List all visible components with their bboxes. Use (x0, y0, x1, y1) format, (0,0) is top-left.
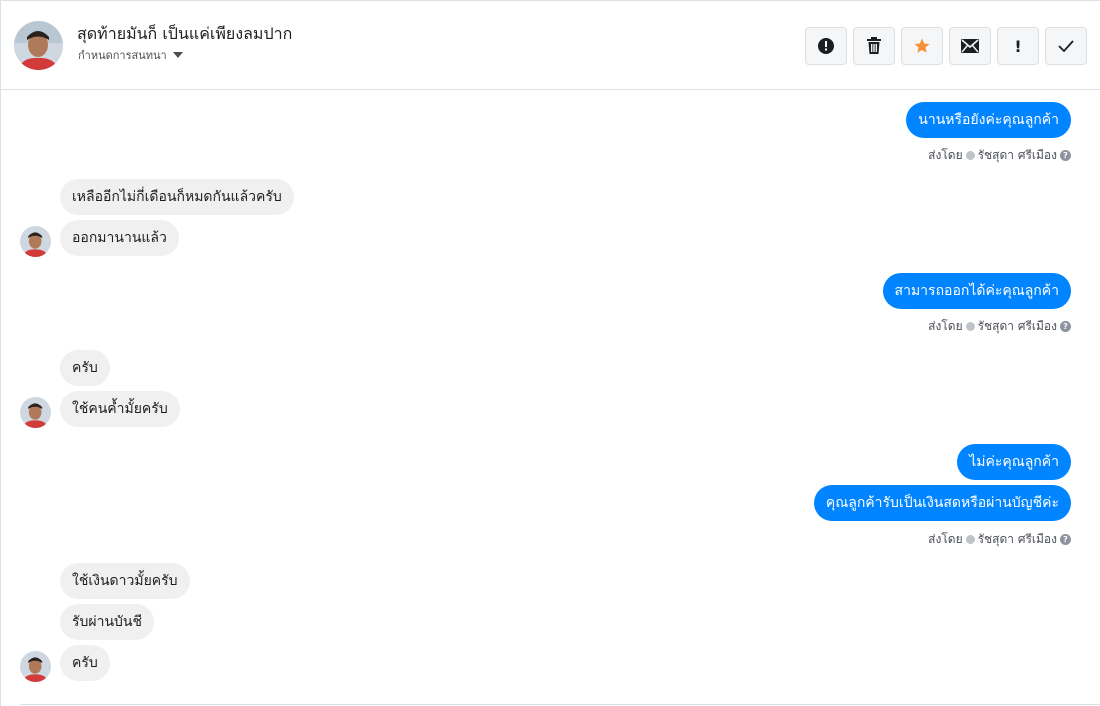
sent-by-meta: ส่งโดย รัชสุดา ศรีเมือง ? (928, 317, 1071, 336)
sent-by-prefix: ส่งโดย (928, 532, 963, 546)
message-bubble-incoming[interactable]: ใช้เงินดาวมั้ยครับ (60, 563, 190, 599)
message-bubble-incoming[interactable]: ครับ (60, 350, 110, 386)
exclamation-icon: ! (1014, 36, 1022, 56)
sent-by-agent: รัชสุดา ศรีเมือง (977, 532, 1057, 546)
sent-by-meta: ส่งโดย รัชสุดา ศรีเมือง ? (928, 530, 1071, 549)
trash-icon (867, 37, 881, 54)
alert-circle-icon (818, 38, 834, 54)
message-row-incoming: ออกมานานแล้ว (60, 220, 179, 256)
message-bubble-incoming[interactable]: ออกมานานแล้ว (60, 220, 179, 256)
check-icon (1058, 40, 1074, 52)
star-button[interactable] (901, 27, 943, 65)
message-bubble-outgoing[interactable]: นานหรือยังค่ะคุณลูกค้า (906, 102, 1071, 138)
sent-by-meta: ส่งโดย รัชสุดา ศรีเมือง ? (928, 146, 1071, 165)
message-row-incoming: ครับ (60, 350, 110, 386)
message-bubble-outgoing[interactable]: คุณลูกค้ารับเป็นเงินสดหรือผ่านบัญชีค่ะ (813, 485, 1071, 521)
message-row-incoming: ครับ (60, 645, 110, 681)
assign-conversation-dropdown[interactable]: กำหนดการสนทนา (78, 46, 183, 64)
delete-button[interactable] (853, 27, 895, 65)
contact-avatar-small[interactable] (20, 651, 51, 682)
help-icon[interactable]: ? (1060, 534, 1071, 545)
mark-spam-button[interactable] (805, 27, 847, 65)
sent-by-agent: รัชสุดา ศรีเมือง (977, 319, 1057, 333)
composer-divider (20, 704, 1100, 705)
star-icon (914, 38, 930, 53)
follow-up-button[interactable]: ! (997, 27, 1039, 65)
contact-name[interactable]: สุดท้ายมันก็ เป็นแค่เพียงลมปาก (77, 22, 292, 47)
mark-done-button[interactable] (1045, 27, 1087, 65)
contact-avatar[interactable] (14, 21, 63, 70)
message-bubble-incoming[interactable]: ใช้คนค้ำมั้ยครับ (60, 391, 180, 427)
conversation-header: สุดท้ายมันก็ เป็นแค่เพียงลมปาก กำหนดการส… (1, 1, 1100, 90)
message-bubble-outgoing[interactable]: สามารถออกได้ค่ะคุณลูกค้า (882, 273, 1071, 309)
agent-avatar-icon (965, 535, 975, 544)
message-row-outgoing: สามารถออกได้ค่ะคุณลูกค้า (882, 273, 1071, 309)
message-bubble-incoming[interactable]: ครับ (60, 645, 110, 681)
message-row-incoming: ใช้คนค้ำมั้ยครับ (60, 391, 180, 427)
message-row-outgoing: คุณลูกค้ารับเป็นเงินสดหรือผ่านบัญชีค่ะ (813, 485, 1071, 521)
message-row-incoming: เหลืออีกไม่กี่เดือนก็หมดกันแล้วครับ (60, 179, 294, 215)
message-row-incoming: รับผ่านบันชี (60, 604, 154, 640)
sent-by-prefix: ส่งโดย (928, 148, 963, 162)
agent-avatar-icon (965, 322, 975, 331)
message-bubble-incoming[interactable]: รับผ่านบันชี (60, 604, 154, 640)
message-bubble-incoming[interactable]: เหลืออีกไม่กี่เดือนก็หมดกันแล้วครับ (60, 179, 294, 215)
message-row-outgoing: ไม่ค่ะคุณลูกค้า (957, 444, 1071, 480)
contact-avatar-small[interactable] (20, 397, 51, 428)
caret-down-icon (172, 52, 183, 58)
agent-avatar-icon (965, 151, 975, 160)
help-icon[interactable]: ? (1060, 321, 1071, 332)
envelope-icon (961, 39, 979, 53)
message-row-incoming: ใช้เงินดาวมั้ยครับ (60, 563, 190, 599)
contact-avatar-small[interactable] (20, 226, 51, 257)
assign-conversation-label: กำหนดการสนทนา (78, 49, 167, 62)
mark-unread-button[interactable] (949, 27, 991, 65)
message-bubble-outgoing[interactable]: ไม่ค่ะคุณลูกค้า (957, 444, 1071, 480)
sent-by-agent: รัชสุดา ศรีเมือง (977, 148, 1057, 162)
help-icon[interactable]: ? (1060, 150, 1071, 161)
sent-by-prefix: ส่งโดย (928, 319, 963, 333)
conversation-toolbar: ! (805, 27, 1087, 65)
message-row-outgoing: นานหรือยังค่ะคุณลูกค้า (906, 102, 1071, 138)
message-thread: นานหรือยังค่ะคุณลูกค้า ส่งโดย รัชสุดา ศร… (1, 90, 1100, 706)
